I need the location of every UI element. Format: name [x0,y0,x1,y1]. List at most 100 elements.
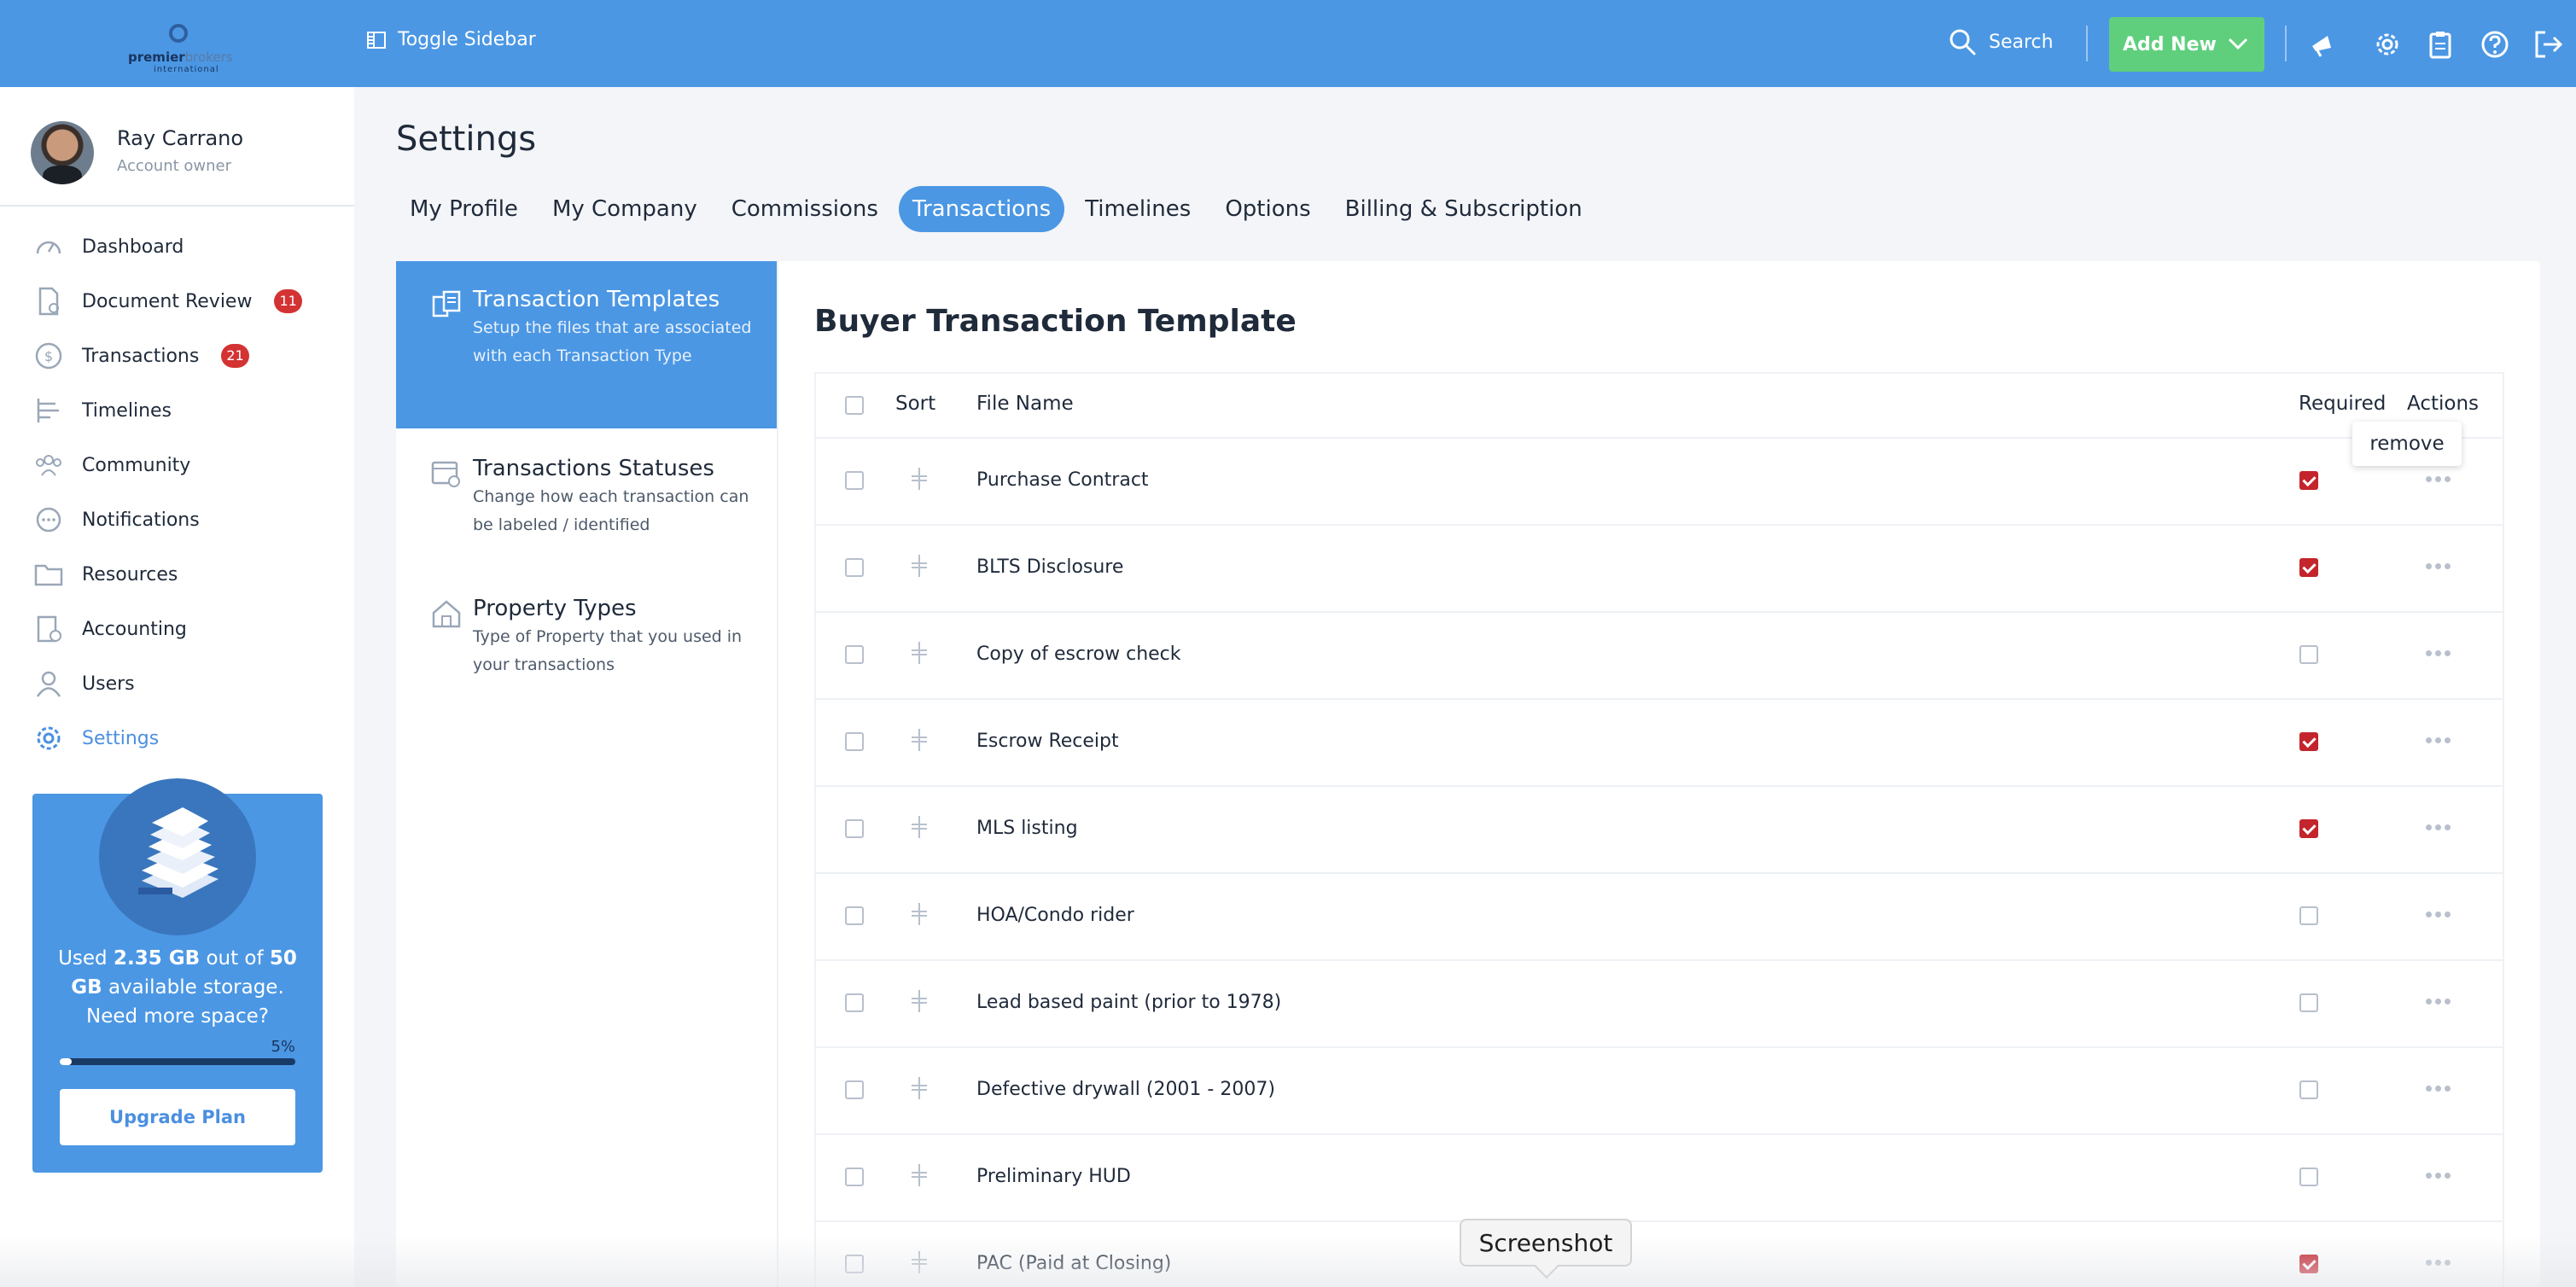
drag-handle-icon[interactable] [910,1075,929,1101]
toggle-sidebar-button[interactable]: Toggle Sidebar [367,29,536,50]
required-checkbox[interactable] [2299,1080,2318,1099]
templates-icon [430,288,463,321]
drag-handle-icon[interactable] [910,1162,929,1188]
timelines-icon [32,394,65,427]
required-checkbox[interactable] [2299,645,2318,664]
drag-handle-icon[interactable] [910,553,929,579]
select-all-checkbox[interactable] [845,396,864,415]
storage-more-text: Need more space? [86,1005,269,1028]
document-review-icon [32,285,65,317]
table-row[interactable]: Escrow Receipt [816,700,2503,787]
sidebar-item-resources[interactable]: Resources [32,558,178,591]
notifications-icon [32,504,65,536]
subnav-description: Change how each transaction can be label… [473,487,749,534]
drag-handle-icon[interactable] [910,814,929,840]
upgrade-plan-button[interactable]: Upgrade Plan [60,1089,295,1145]
template-title: Buyer Transaction Template [814,304,1297,339]
user-role: Account owner [117,157,232,175]
row-select-checkbox[interactable] [845,645,864,664]
more-actions-icon[interactable] [2426,1260,2451,1266]
tab-transactions[interactable]: Transactions [898,186,1065,232]
table-row[interactable]: PAC (Paid at Closing) [816,1222,2503,1287]
table-row[interactable]: Purchase Contract [816,439,2503,526]
more-actions-icon[interactable] [2426,1086,2451,1092]
subnav-title: Transactions Statuses [473,456,714,481]
more-actions-icon[interactable] [2426,824,2451,830]
required-checkbox[interactable] [2299,906,2318,925]
more-actions-icon[interactable] [2426,476,2451,482]
table-row[interactable]: BLTS Disclosure [816,526,2503,613]
resources-icon [32,558,65,591]
search-button[interactable]: Search [1948,27,2054,56]
required-checkbox[interactable] [2299,819,2318,838]
sidebar-item-transactions[interactable]: $ Transactions 21 [32,340,249,372]
more-actions-icon[interactable] [2426,1173,2451,1179]
table-row[interactable]: Preliminary HUD [816,1135,2503,1222]
more-actions-icon[interactable] [2426,911,2451,917]
table-row[interactable]: Lead based paint (prior to 1978) [816,961,2503,1048]
add-new-button[interactable]: Add New [2109,17,2264,72]
table-row[interactable]: MLS listing [816,787,2503,874]
sidebar-item-document-review[interactable]: Document Review 11 [32,285,302,317]
file-name: Escrow Receipt [976,731,1119,752]
logo-mark-icon [169,24,188,43]
tab-options[interactable]: Options [1211,186,1324,232]
required-checkbox[interactable] [2299,471,2318,490]
drag-handle-icon[interactable] [910,640,929,666]
row-select-checkbox[interactable] [845,1168,864,1186]
sidebar-item-users[interactable]: Users [32,667,135,700]
tab-commissions[interactable]: Commissions [718,186,892,232]
row-select-checkbox[interactable] [845,906,864,925]
drag-handle-icon[interactable] [910,727,929,753]
tab-billing-subscription[interactable]: Billing & Subscription [1332,186,1596,232]
company-logo[interactable]: premierbrokers international [128,24,233,74]
tab-my-profile[interactable]: My Profile [396,186,532,232]
avatar[interactable] [31,121,94,184]
sidebar-item-dashboard[interactable]: Dashboard [32,230,184,263]
tab-my-company[interactable]: My Company [539,186,711,232]
more-actions-icon[interactable] [2426,650,2451,656]
drag-handle-icon[interactable] [910,901,929,927]
table-row[interactable]: Copy of escrow check [816,613,2503,700]
more-actions-icon[interactable] [2426,563,2451,569]
subnav-transactions-statuses[interactable]: Transactions Statuses Change how each tr… [396,430,777,567]
remove-menu-item[interactable]: remove [2352,422,2462,466]
tab-timelines[interactable]: Timelines [1071,186,1204,232]
table-row[interactable]: HOA/Condo rider [816,874,2503,961]
sidebar-item-accounting[interactable]: Accounting [32,613,187,645]
required-checkbox[interactable] [2299,1168,2318,1186]
drag-handle-icon[interactable] [910,988,929,1014]
sidebar-item-timelines[interactable]: Timelines [32,394,172,427]
megaphone-icon[interactable] [2307,29,2338,60]
row-select-checkbox[interactable] [845,1080,864,1099]
page-title: Settings [396,119,537,159]
required-checkbox[interactable] [2299,993,2318,1012]
logout-icon[interactable] [2533,29,2564,60]
file-name: PAC (Paid at Closing) [976,1253,1172,1274]
required-checkbox[interactable] [2299,1255,2318,1273]
row-select-checkbox[interactable] [845,558,864,577]
row-select-checkbox[interactable] [845,819,864,838]
help-icon[interactable] [2480,29,2510,60]
sidebar-item-settings[interactable]: Settings [32,722,159,754]
row-select-checkbox[interactable] [845,732,864,751]
divider [0,205,354,207]
books-icon [99,778,256,935]
clipboard-icon[interactable] [2425,29,2456,60]
row-select-checkbox[interactable] [845,993,864,1012]
drag-handle-icon[interactable] [910,466,929,492]
subnav-transaction-templates[interactable]: Transaction Templates Setup the files th… [396,261,777,428]
table-row[interactable]: Defective drywall (2001 - 2007) [816,1048,2503,1135]
required-checkbox[interactable] [2299,732,2318,751]
sidebar-item-notifications[interactable]: Notifications [32,504,200,536]
drag-handle-icon[interactable] [910,1249,929,1275]
sidebar-item-community[interactable]: Community [32,449,190,481]
more-actions-icon[interactable] [2426,737,2451,743]
subnav-property-types[interactable]: Property Types Type of Property that you… [396,570,777,707]
row-select-checkbox[interactable] [845,471,864,490]
required-checkbox[interactable] [2299,558,2318,577]
gear-icon[interactable] [2372,29,2403,60]
row-select-checkbox[interactable] [845,1255,864,1273]
more-actions-icon[interactable] [2426,999,2451,1005]
column-header-file-name: File Name [976,393,1074,415]
